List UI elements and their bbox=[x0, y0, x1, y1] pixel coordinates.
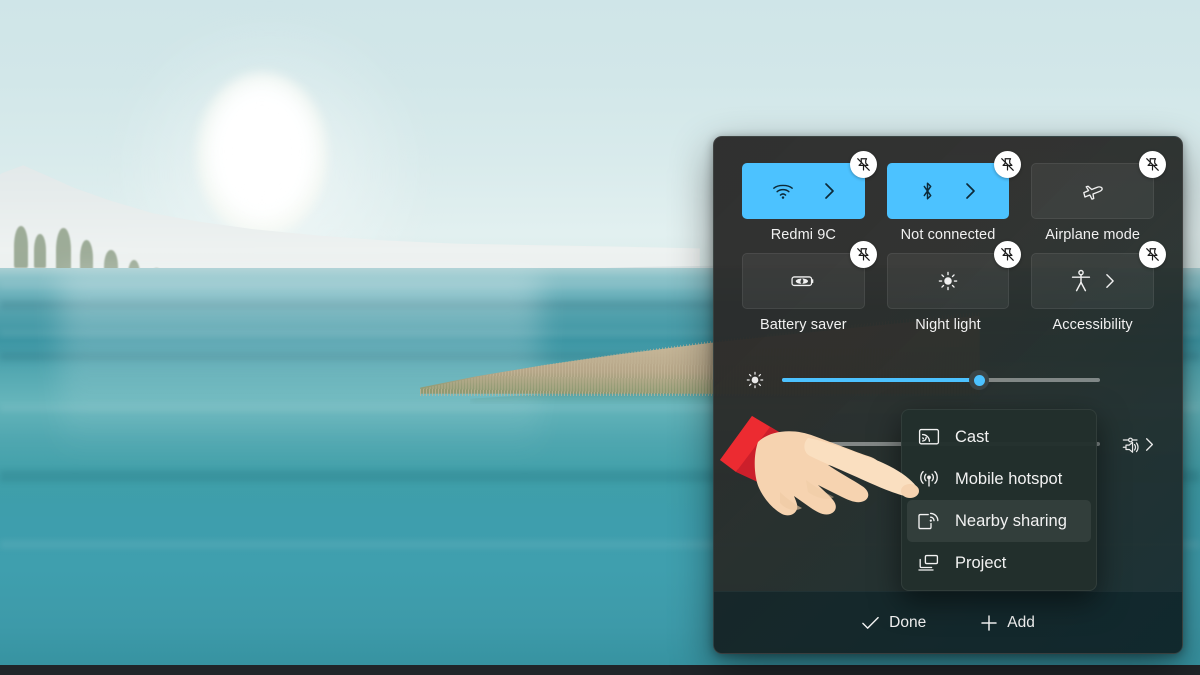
tile-bluetooth[interactable] bbox=[886, 163, 1010, 219]
menu-item-nearby-sharing[interactable]: Nearby sharing bbox=[907, 500, 1091, 542]
tile-cell-bluetooth: Not connected bbox=[886, 151, 1022, 243]
audio-output-selector[interactable] bbox=[1114, 434, 1154, 454]
tile-label-airplane: Airplane mode bbox=[1045, 227, 1141, 243]
tile-label-wifi: Redmi 9C bbox=[770, 227, 836, 243]
cast-icon bbox=[917, 427, 941, 447]
menu-item-mobile-hotspot[interactable]: Mobile hotspot bbox=[907, 458, 1091, 500]
taskbar[interactable] bbox=[0, 665, 1200, 675]
plus-icon bbox=[980, 614, 998, 632]
done-button[interactable]: Done bbox=[851, 608, 936, 638]
tile-cell-night-light: Night light bbox=[886, 241, 1022, 333]
brightness-slider-fill bbox=[782, 378, 980, 382]
menu-item-cast[interactable]: Cast bbox=[907, 416, 1091, 458]
chevron-right-icon[interactable] bbox=[965, 182, 976, 200]
volume-mute-icon[interactable] bbox=[742, 434, 768, 454]
brightness-icon bbox=[937, 270, 959, 292]
mobile-hotspot-icon bbox=[917, 469, 941, 489]
tile-label-night-light: Night light bbox=[915, 317, 981, 333]
project-icon bbox=[917, 553, 941, 573]
tile-label-bluetooth: Not connected bbox=[900, 227, 996, 243]
menu-item-label: Cast bbox=[955, 427, 989, 446]
done-label: Done bbox=[889, 613, 927, 631]
wallpaper-sun-reflection bbox=[60, 272, 540, 462]
check-icon bbox=[861, 615, 880, 631]
tile-accessibility[interactable] bbox=[1031, 253, 1154, 309]
menu-item-label: Project bbox=[955, 553, 1007, 572]
wifi-icon bbox=[772, 183, 794, 200]
menu-item-label: Nearby sharing bbox=[955, 511, 1067, 530]
tile-airplane-mode[interactable] bbox=[1031, 163, 1154, 219]
unpin-button-accessibility[interactable] bbox=[1138, 241, 1166, 268]
tile-label-battery-saver: Battery saver bbox=[759, 317, 847, 333]
tile-battery-saver[interactable] bbox=[742, 253, 865, 309]
tile-label-accessibility: Accessibility bbox=[1052, 317, 1133, 333]
tile-cell-airplane: Airplane mode bbox=[1031, 151, 1166, 243]
menu-item-project[interactable]: Project bbox=[907, 542, 1091, 584]
brightness-icon bbox=[742, 370, 768, 390]
chevron-right-icon[interactable] bbox=[824, 182, 835, 200]
battery-saver-icon bbox=[790, 272, 816, 290]
menu-item-label: Mobile hotspot bbox=[955, 469, 1063, 488]
add-context-menu: Cast Mobile hotspot Nearby sharing Proje… bbox=[901, 409, 1097, 591]
airplane-icon bbox=[1081, 180, 1105, 202]
chevron-right-icon[interactable] bbox=[1105, 273, 1115, 289]
tile-night-light[interactable] bbox=[886, 253, 1010, 309]
brightness-slider-row bbox=[742, 357, 1154, 403]
quick-settings-footer: Done Add bbox=[714, 591, 1182, 653]
add-button[interactable]: Add bbox=[970, 608, 1045, 638]
brightness-slider-track[interactable] bbox=[782, 370, 1100, 390]
tile-cell-battery-saver: Battery saver bbox=[742, 241, 877, 333]
wallpaper-trees bbox=[0, 148, 260, 310]
unpin-button-wifi[interactable] bbox=[849, 151, 877, 178]
unpin-button-battery-saver[interactable] bbox=[849, 241, 877, 268]
nearby-sharing-icon bbox=[917, 511, 941, 532]
volume-slider-thumb[interactable] bbox=[781, 434, 802, 454]
unpin-button-night-light[interactable] bbox=[994, 241, 1022, 268]
quick-settings-tile-grid: Redmi 9C Not connected Airplane mode Bat… bbox=[742, 151, 1166, 333]
bluetooth-icon bbox=[920, 180, 935, 202]
tile-cell-wifi: Redmi 9C bbox=[742, 151, 877, 243]
add-label: Add bbox=[1007, 613, 1035, 631]
unpin-button-bluetooth[interactable] bbox=[994, 151, 1022, 178]
tile-wifi[interactable] bbox=[742, 163, 865, 219]
unpin-button-airplane[interactable] bbox=[1138, 151, 1166, 178]
tile-cell-accessibility: Accessibility bbox=[1031, 241, 1166, 333]
brightness-slider-thumb[interactable] bbox=[969, 370, 990, 390]
accessibility-icon bbox=[1071, 269, 1091, 293]
